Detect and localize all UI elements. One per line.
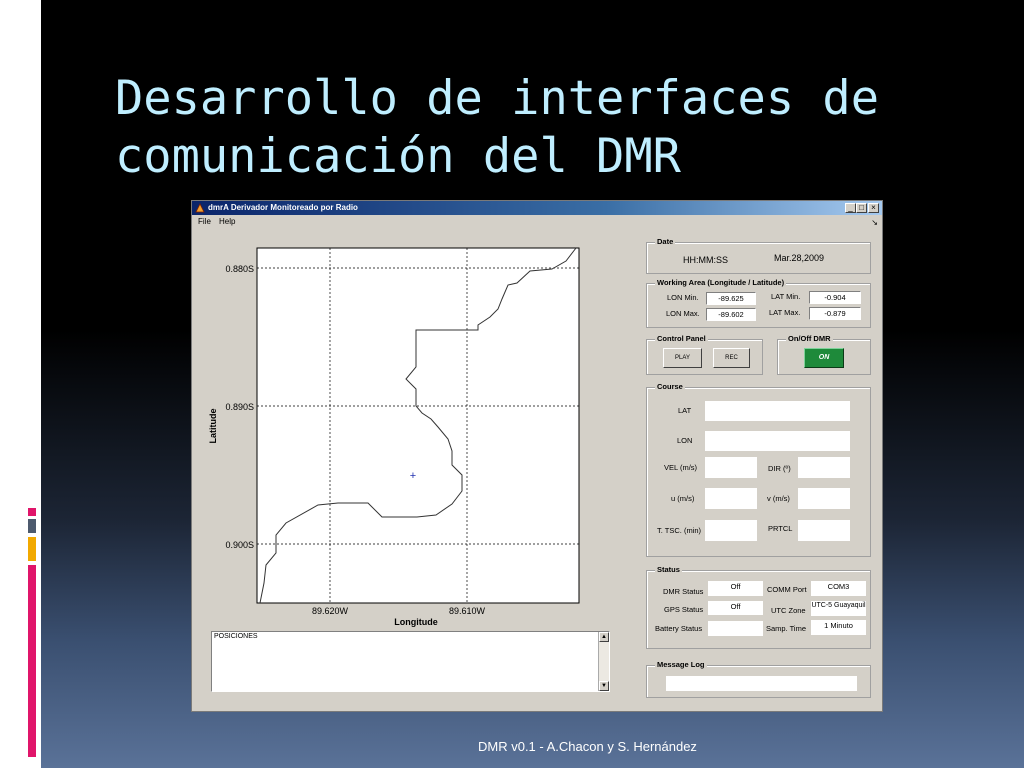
- course-dir-label: DIR (º): [768, 464, 791, 473]
- deco-bar-slate: [28, 519, 36, 533]
- course-prtcl-label: PRTCL: [768, 524, 793, 533]
- lon-min-label: LON Min.: [667, 293, 699, 302]
- course-lat-label: LAT: [678, 406, 692, 415]
- lon-max-field[interactable]: -89.602: [706, 308, 756, 321]
- course-lon-label: LON: [677, 436, 693, 445]
- map-plot: + 0.880S 0.890S 0.900S 89.620W 89.610W L…: [208, 247, 580, 627]
- ytick-0890: 0.890S: [225, 402, 254, 412]
- deco-bar-orange: [28, 537, 36, 561]
- course-panel-title: Course: [655, 382, 685, 391]
- maximize-button[interactable]: □: [856, 203, 867, 213]
- utc-zone-field[interactable]: UTC-5 Guayaquil: [811, 601, 866, 616]
- message-log-title: Message Log: [655, 660, 707, 669]
- window-titlebar: dmrA Derivador Monitoreado por Radio _ □…: [192, 201, 882, 215]
- menu-help[interactable]: Help: [219, 217, 235, 226]
- status-panel-title: Status: [655, 565, 682, 574]
- ytick-0900: 0.900S: [225, 540, 254, 550]
- scroll-up-icon[interactable]: ▲: [599, 632, 609, 642]
- control-panel: Control Panel PLAY REC: [646, 334, 763, 375]
- lon-max-label: LON Max.: [666, 309, 700, 318]
- scroll-down-icon[interactable]: ▼: [599, 681, 609, 691]
- date-panel-title: Date: [655, 237, 676, 246]
- menu-bar: File Help ↘: [192, 215, 882, 229]
- deco-bar-red-1: [28, 508, 36, 516]
- course-panel: Course LAT LON VEL (m/s) DIR (º) u (m/s)…: [646, 382, 871, 557]
- working-area-panel: Working Area (Longitude / Latitude) LON …: [646, 278, 871, 328]
- battery-status-field: [708, 621, 763, 636]
- battery-status-label: Battery Status: [655, 624, 703, 633]
- lat-max-field[interactable]: -0.879: [809, 307, 861, 320]
- dmr-status-label: DMR Status: [663, 587, 704, 596]
- course-lon-field[interactable]: [705, 431, 850, 451]
- track-marker-icon: +: [410, 470, 416, 482]
- app-icon: [195, 203, 205, 213]
- slide-footer: DMR v0.1 - A.Chacon y S. Hernández: [478, 739, 697, 754]
- positions-scrollbar[interactable]: ▲ ▼: [598, 632, 609, 691]
- comm-port-label: COMM Port: [767, 585, 807, 594]
- on-button[interactable]: ON: [804, 348, 844, 368]
- course-tsc-field[interactable]: [705, 520, 757, 541]
- lon-min-field[interactable]: -89.625: [706, 292, 756, 305]
- working-area-title: Working Area (Longitude / Latitude): [655, 278, 787, 287]
- course-u-field[interactable]: [705, 488, 757, 509]
- samp-time-label: Samp. Time: [766, 624, 807, 633]
- date-display: Mar.28,2009: [774, 253, 825, 263]
- onoff-panel: On/Off DMR ON: [777, 334, 871, 375]
- xtick-89620: 89.620W: [312, 606, 349, 616]
- positions-label: POSICIONES: [214, 633, 258, 640]
- onoff-panel-title: On/Off DMR: [786, 334, 833, 343]
- ytick-0880: 0.880S: [225, 264, 254, 274]
- slide-title: Desarrollo de interfaces de comunicación…: [115, 71, 880, 184]
- lat-min-field[interactable]: -0.904: [809, 291, 861, 304]
- lat-max-label: LAT Max.: [769, 308, 801, 317]
- window-title: dmrA Derivador Monitoreado por Radio: [208, 203, 358, 212]
- positions-listbox[interactable]: POSICIONES ▲ ▼: [211, 631, 610, 692]
- deco-bar-red-2: [28, 565, 36, 757]
- course-v-field[interactable]: [798, 488, 850, 509]
- status-panel: Status DMR Status Off GPS Status Off Bat…: [646, 565, 871, 649]
- utc-zone-label: UTC Zone: [771, 606, 806, 615]
- rec-button[interactable]: REC: [713, 348, 750, 368]
- dmr-status-field: Off: [708, 581, 763, 596]
- menu-file[interactable]: File: [198, 217, 211, 226]
- course-v-label: v (m/s): [767, 494, 790, 503]
- play-button[interactable]: PLAY: [663, 348, 702, 368]
- comm-port-field[interactable]: COM3: [811, 581, 866, 596]
- course-tsc-label: T. TSC. (min): [657, 526, 702, 535]
- course-prtcl-field[interactable]: [798, 520, 850, 541]
- minimize-button[interactable]: _: [845, 203, 856, 213]
- gps-status-field: Off: [708, 601, 763, 615]
- close-button[interactable]: ×: [868, 203, 879, 213]
- x-axis-label: Longitude: [394, 617, 438, 627]
- time-display: HH:MM:SS: [683, 255, 728, 265]
- course-dir-field[interactable]: [798, 457, 850, 478]
- y-axis-label: Latitude: [208, 409, 218, 444]
- control-panel-title: Control Panel: [655, 334, 708, 343]
- lat-min-label: LAT Min.: [771, 292, 801, 301]
- app-window: dmrA Derivador Monitoreado por Radio _ □…: [191, 200, 883, 712]
- message-log-panel: Message Log: [646, 660, 871, 698]
- menu-arrow-icon[interactable]: ↘: [871, 218, 878, 227]
- gps-status-label: GPS Status: [664, 605, 704, 614]
- date-panel: Date HH:MM:SS Mar.28,2009: [646, 237, 871, 274]
- samp-time-field[interactable]: 1 Minuto: [811, 620, 866, 635]
- course-vel-label: VEL (m/s): [664, 463, 698, 472]
- course-vel-field[interactable]: [705, 457, 757, 478]
- plot-area: [256, 247, 580, 604]
- course-u-label: u (m/s): [671, 494, 695, 503]
- xtick-89610: 89.610W: [449, 606, 486, 616]
- message-log-field: [666, 676, 857, 691]
- course-lat-field[interactable]: [705, 401, 850, 421]
